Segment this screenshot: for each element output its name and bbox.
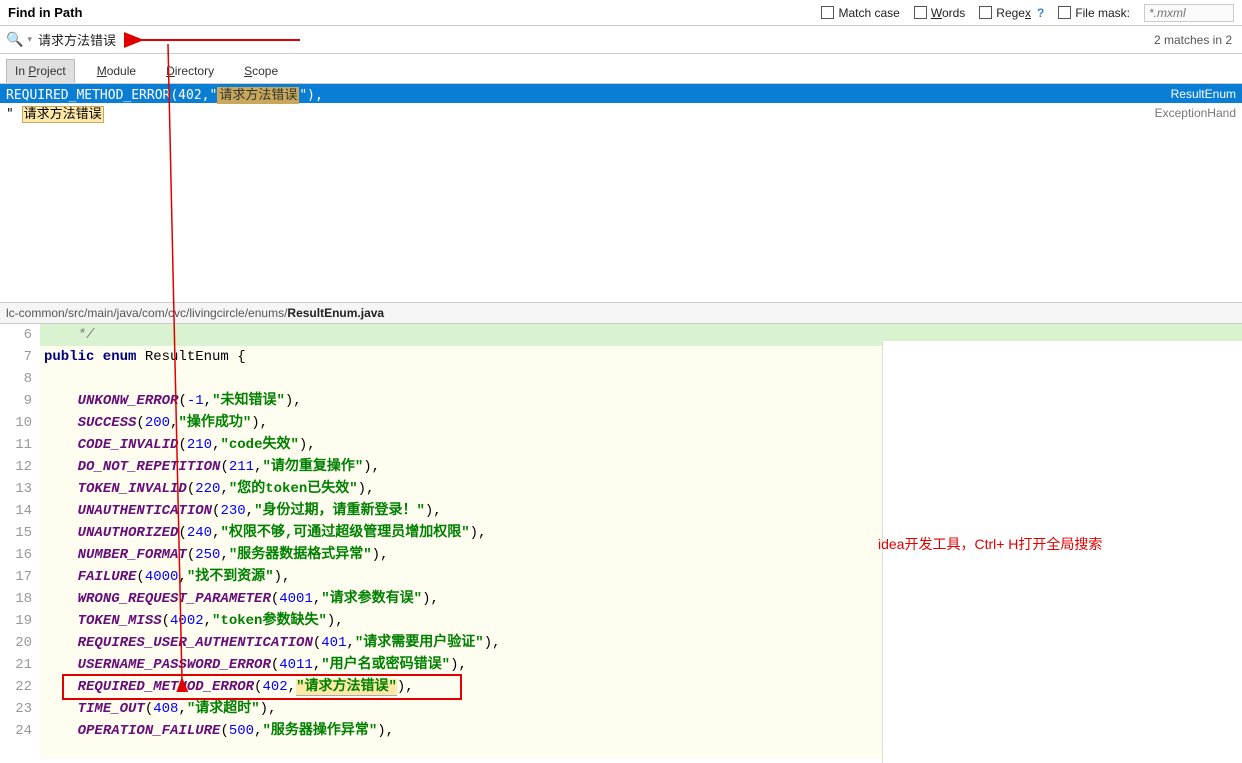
regex-checkbox[interactable]: Regex ?: [979, 6, 1044, 20]
search-icon: 🔍: [6, 31, 23, 48]
file-mask-input[interactable]: [1144, 4, 1234, 22]
match-count: 2 matches in 2: [1154, 33, 1236, 47]
match-case-checkbox[interactable]: Match case: [821, 6, 899, 20]
annotation-text: idea开发工具，Ctrl+ H打开全局搜索: [878, 534, 1102, 554]
result-file-label: ResultEnum: [1171, 87, 1236, 101]
tab-directory[interactable]: Directory: [158, 60, 222, 82]
results-list: REQUIRED_METHOD_ERROR(402,"请求方法错误"),Resu…: [0, 84, 1242, 302]
words-checkbox[interactable]: Words: [914, 6, 965, 20]
breadcrumb: lc-common/src/main/java/com/cvc/livingci…: [0, 302, 1242, 324]
checkbox-icon: [914, 6, 927, 19]
search-input[interactable]: [38, 32, 158, 47]
regex-help-icon[interactable]: ?: [1037, 6, 1044, 20]
search-history-dropdown[interactable]: ▾: [27, 34, 32, 45]
file-mask-checkbox[interactable]: File mask:: [1058, 6, 1130, 20]
result-file-label: ExceptionHand: [1155, 106, 1236, 120]
checkbox-icon: [979, 6, 992, 19]
dialog-title: Find in Path: [8, 5, 82, 20]
tab-module[interactable]: Module: [89, 60, 144, 82]
tab-scope[interactable]: Scope: [236, 60, 286, 82]
result-row[interactable]: REQUIRED_METHOD_ERROR(402,"请求方法错误"),Resu…: [0, 84, 1242, 103]
checkbox-icon: [821, 6, 834, 19]
checkbox-icon: [1058, 6, 1071, 19]
result-row[interactable]: " 请求方法错误ExceptionHand: [0, 103, 1242, 122]
tab-in-project[interactable]: In Project: [6, 59, 75, 83]
